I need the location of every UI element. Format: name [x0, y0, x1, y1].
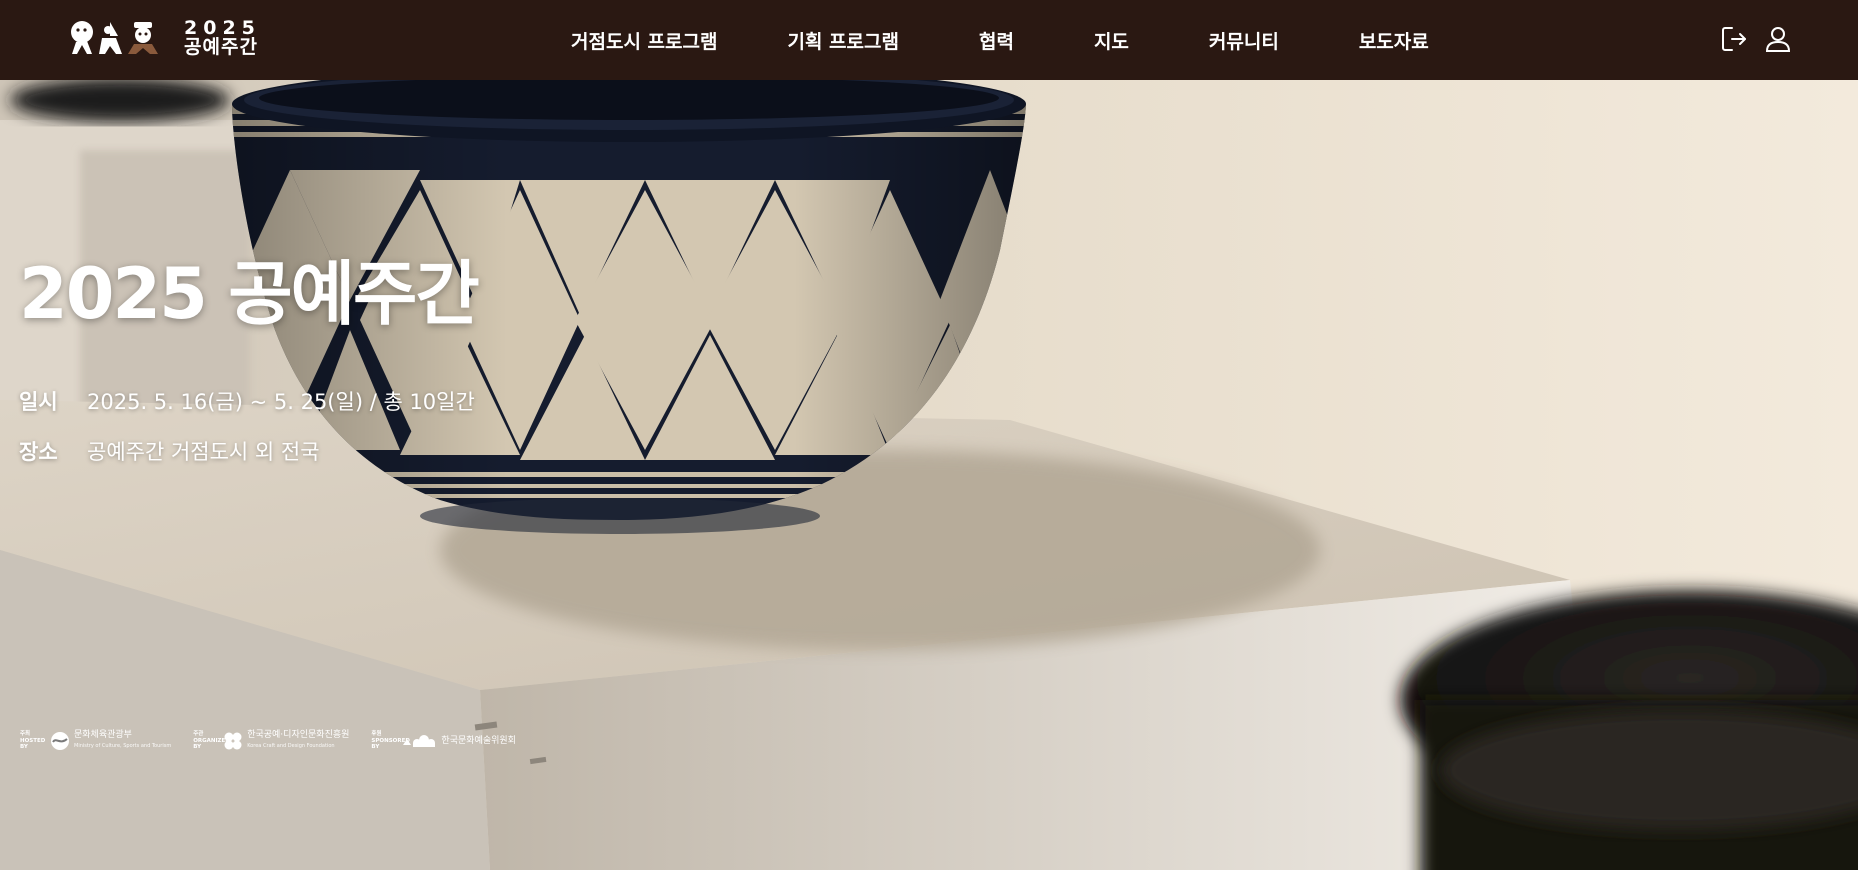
sponsor-host-name-ko: 문화체육관광부: [74, 730, 132, 740]
date-value: 2025. 5. 16(금) ~ 5. 25(일) / 총 10일간: [87, 390, 475, 414]
logo-name: 공예주간: [184, 36, 258, 58]
event-date-row: 일시 2025. 5. 16(금) ~ 5. 25(일) / 총 10일간: [19, 386, 475, 416]
arts-council-emblem-icon: [403, 735, 436, 747]
sponsor-host-name: 문화체육관광부 Ministry of Culture, Sports and …: [74, 730, 171, 752]
nav-item-hub-city-program[interactable]: 거점도시 프로그램: [571, 27, 717, 54]
logo-wordmark: 2025 공예주간: [184, 19, 261, 57]
sponsor-organizer-name: 한국공예·디자인문화진흥원 Korea Craft and Design Fou…: [247, 730, 349, 752]
sponsor-organizer-name-ko: 한국공예·디자인문화진흥원: [247, 730, 350, 740]
nav-item-community[interactable]: 커뮤니티: [1209, 27, 1279, 54]
sponsor-supporter-name-ko: 한국문화예술위원회: [441, 735, 516, 746]
sponsor-host-name-en: Ministry of Culture, Sports and Tourism: [74, 743, 172, 749]
sponsor-supporter: 후원 SPONSORED BY 한국문화예술위원회: [371, 731, 516, 751]
logo-characters-icon: [71, 21, 158, 54]
main-nav: 거점도시 프로그램 기획 프로그램 협력 지도 커뮤니티 보도자료: [571, 0, 1429, 80]
event-place-row: 장소 공예주간 거점도시 외 전국: [19, 436, 320, 466]
nav-item-press[interactable]: 보도자료: [1359, 27, 1429, 54]
date-label: 일시: [19, 390, 58, 414]
sponsor-organizer-name-en: Korea Craft and Design Foundation: [247, 743, 335, 749]
hero-title: 2025 공예주간: [19, 253, 480, 335]
sponsor-logos: 주최 HOSTED BY 문화체육관광부 Ministry of Culture…: [20, 728, 538, 754]
kcdf-emblem-icon: [224, 732, 242, 750]
sponsor-organizer-role: 주관 ORGANIZED BY: [193, 731, 230, 751]
sponsor-host: 주최 HOSTED BY 문화체육관광부 Ministry of Culture…: [20, 730, 171, 752]
nav-item-curated-program[interactable]: 기획 프로그램: [787, 27, 899, 54]
sponsor-host-role: 주최 HOSTED BY: [20, 731, 46, 751]
logout-icon[interactable]: [1720, 25, 1748, 53]
nav-item-map[interactable]: 지도: [1094, 27, 1129, 54]
sponsor-supporter-name: 한국문화예술위원회: [441, 736, 516, 747]
site-header: 2025 공예주간 거점도시 프로그램 기획 프로그램 협력 지도 커뮤니티 보…: [0, 0, 1858, 80]
place-label: 장소: [19, 440, 58, 464]
site-logo[interactable]: 2025 공예주간: [70, 16, 261, 60]
user-icon[interactable]: [1764, 25, 1792, 53]
ministry-emblem-icon: [51, 732, 69, 750]
sponsor-supporter-role: 후원 SPONSORED BY: [371, 731, 410, 751]
nav-item-partnership[interactable]: 협력: [979, 27, 1014, 54]
sponsor-organizer: 주관 ORGANIZED BY 한국공예·디자인문화진흥원 Korea Craf…: [193, 730, 349, 752]
place-value: 공예주간 거점도시 외 전국: [87, 440, 320, 464]
